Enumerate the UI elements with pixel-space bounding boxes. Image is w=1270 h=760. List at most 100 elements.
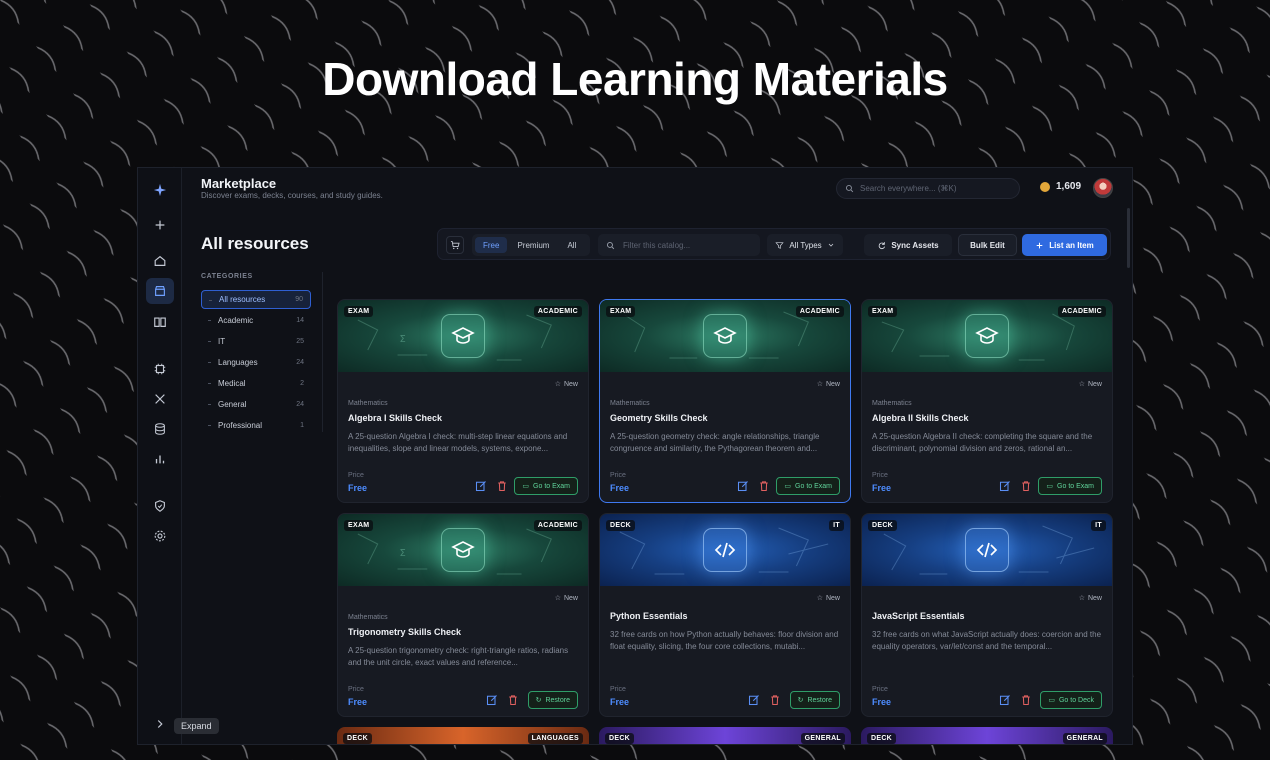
edit-icon[interactable] — [748, 694, 760, 706]
star-icon: ☆ — [554, 595, 561, 602]
category-badge: GENERAL — [1062, 733, 1107, 744]
resource-card-partial[interactable]: DECK GENERAL — [861, 727, 1113, 744]
book-icon: ▭ — [1048, 697, 1055, 704]
new-label: New — [563, 380, 578, 388]
trash-icon[interactable] — [496, 480, 508, 492]
plus-icon[interactable] — [146, 212, 174, 238]
category-badge: ACADEMIC — [533, 306, 582, 317]
catalog-toolbar: Free Premium All Filter this catalog... … — [437, 228, 1111, 260]
edit-icon[interactable] — [999, 480, 1011, 492]
divider — [322, 272, 323, 432]
category-item-all-resources[interactable]: All resources 90 — [201, 290, 311, 309]
segment-all[interactable]: All — [559, 237, 584, 253]
chevron-down-icon — [828, 243, 833, 247]
edit-icon[interactable] — [737, 480, 749, 492]
trash-icon[interactable] — [769, 694, 781, 706]
global-search-input[interactable]: Search everywhere... (⌘K) — [836, 178, 1020, 199]
new-tag: ☆ New — [817, 594, 840, 603]
card-title: JavaScript Essentials — [872, 611, 965, 621]
page-subtitle: Discover exams, decks, courses, and stud… — [201, 191, 383, 200]
card-title: Geometry Skills Check — [610, 413, 708, 423]
category-item-academic[interactable]: Academic 14 — [201, 311, 311, 330]
category-badge: IT — [1091, 520, 1106, 531]
trash-icon[interactable] — [1020, 694, 1032, 706]
card-subject: Mathematics — [348, 614, 388, 621]
funnel-icon — [775, 241, 784, 249]
type-badge: DECK — [605, 733, 635, 744]
star-icon: ☆ — [1078, 595, 1085, 602]
go-to-exam-button[interactable]: ▭ Go to Exam — [1038, 477, 1102, 495]
book-icon[interactable] — [146, 309, 174, 335]
category-label: General — [218, 400, 247, 409]
database-icon[interactable] — [146, 416, 174, 442]
segment-premium[interactable]: Premium — [509, 237, 557, 253]
edit-icon[interactable] — [999, 694, 1011, 706]
resource-card-partial[interactable]: DECK LANGUAGES — [337, 727, 589, 744]
logo-icon[interactable] — [146, 177, 174, 203]
category-badge: LANGUAGES — [527, 733, 583, 744]
list-item-button[interactable]: List an Item — [1022, 234, 1107, 256]
card-subject: Mathematics — [610, 400, 650, 407]
category-item-general[interactable]: General 24 — [201, 395, 311, 414]
trash-icon[interactable] — [1020, 480, 1032, 492]
expand-tooltip: Expand — [174, 718, 219, 734]
category-list: All resources 90 Academic 14 IT 25 Language… — [201, 290, 311, 437]
chevron-right-icon[interactable] — [146, 711, 174, 737]
resource-card[interactable]: DECK IT ☆ New Python Essentials 32 free c… — [599, 513, 851, 717]
card-description: A 25-question Algebra I check: multi-ste… — [348, 432, 568, 453]
type-badge: DECK — [343, 733, 373, 744]
type-badge: DECK — [868, 520, 898, 531]
type-badge: DECK — [867, 733, 897, 744]
scrollbar[interactable] — [1127, 208, 1130, 268]
chip-icon[interactable] — [146, 356, 174, 382]
category-label: Professional — [218, 421, 263, 430]
price-label: Price — [610, 472, 626, 479]
home-icon[interactable] — [146, 248, 174, 274]
trash-icon[interactable] — [758, 480, 770, 492]
coin-balance[interactable]: 1,609 — [1040, 181, 1081, 192]
svg-text:Σ: Σ — [400, 548, 406, 559]
resource-card[interactable]: Σ EXAM ACADEMIC ☆ New Mathematics Algebra… — [337, 299, 589, 503]
star-icon: ☆ — [816, 381, 823, 388]
store-icon[interactable] — [146, 278, 174, 304]
search-icon — [606, 241, 615, 249]
resource-card[interactable]: EXAM ACADEMIC ☆ New Mathematics Algebra I… — [861, 299, 1113, 503]
segment-free[interactable]: Free — [475, 237, 508, 253]
restore-button[interactable]: ↻ Restore — [527, 691, 578, 709]
resource-card[interactable]: Σ EXAM ACADEMIC ☆ New Mathematics Trigono… — [337, 513, 589, 717]
restore-button[interactable]: ↻ Restore — [789, 691, 840, 709]
shield-icon[interactable] — [146, 493, 174, 519]
price-value: Free — [348, 483, 368, 493]
cart-button[interactable] — [446, 236, 464, 254]
tools-icon[interactable] — [146, 386, 174, 412]
resource-card[interactable]: DECK IT ☆ New JavaScript Essentials 32 fr… — [861, 513, 1113, 717]
category-count: 25 — [296, 338, 304, 345]
catalog-filter-input[interactable]: Filter this catalog... — [598, 234, 760, 256]
hero-title: Download Learning Materials — [322, 53, 948, 105]
type-badge: EXAM — [606, 306, 636, 317]
avatar[interactable] — [1093, 178, 1113, 198]
trash-icon[interactable] — [507, 694, 519, 706]
category-item-medical[interactable]: Medical 2 — [201, 374, 311, 393]
sync-assets-button[interactable]: Sync Assets — [864, 234, 952, 256]
go-to-exam-button[interactable]: ▭ Go to Exam — [776, 477, 840, 495]
edit-icon[interactable] — [475, 480, 487, 492]
resource-card[interactable]: EXAM ACADEMIC ☆ New Mathematics Geometry … — [599, 299, 851, 503]
category-item-languages[interactable]: Languages 24 — [201, 353, 311, 372]
bulk-edit-button[interactable]: Bulk Edit — [958, 234, 1017, 256]
resource-card-partial[interactable]: DECK GENERAL — [599, 727, 851, 744]
gear-icon[interactable] — [146, 523, 174, 549]
edit-icon[interactable] — [486, 694, 498, 706]
category-item-professional[interactable]: Professional 1 — [201, 416, 311, 435]
go-to-deck-button[interactable]: ▭ Go to Deck — [1040, 691, 1102, 709]
card-banner: EXAM ACADEMIC — [600, 300, 850, 372]
price-value: Free — [872, 483, 892, 493]
star-icon: ☆ — [1078, 381, 1085, 388]
chart-icon[interactable] — [146, 446, 174, 472]
star-icon: ☆ — [554, 381, 561, 388]
go-to-exam-button[interactable]: ▭ Go to Exam — [514, 477, 578, 495]
price-value: Free — [872, 697, 892, 707]
category-badge: ACADEMIC — [533, 520, 582, 531]
category-item-it[interactable]: IT 25 — [201, 332, 311, 351]
type-filter-dropdown[interactable]: All Types — [767, 234, 843, 256]
